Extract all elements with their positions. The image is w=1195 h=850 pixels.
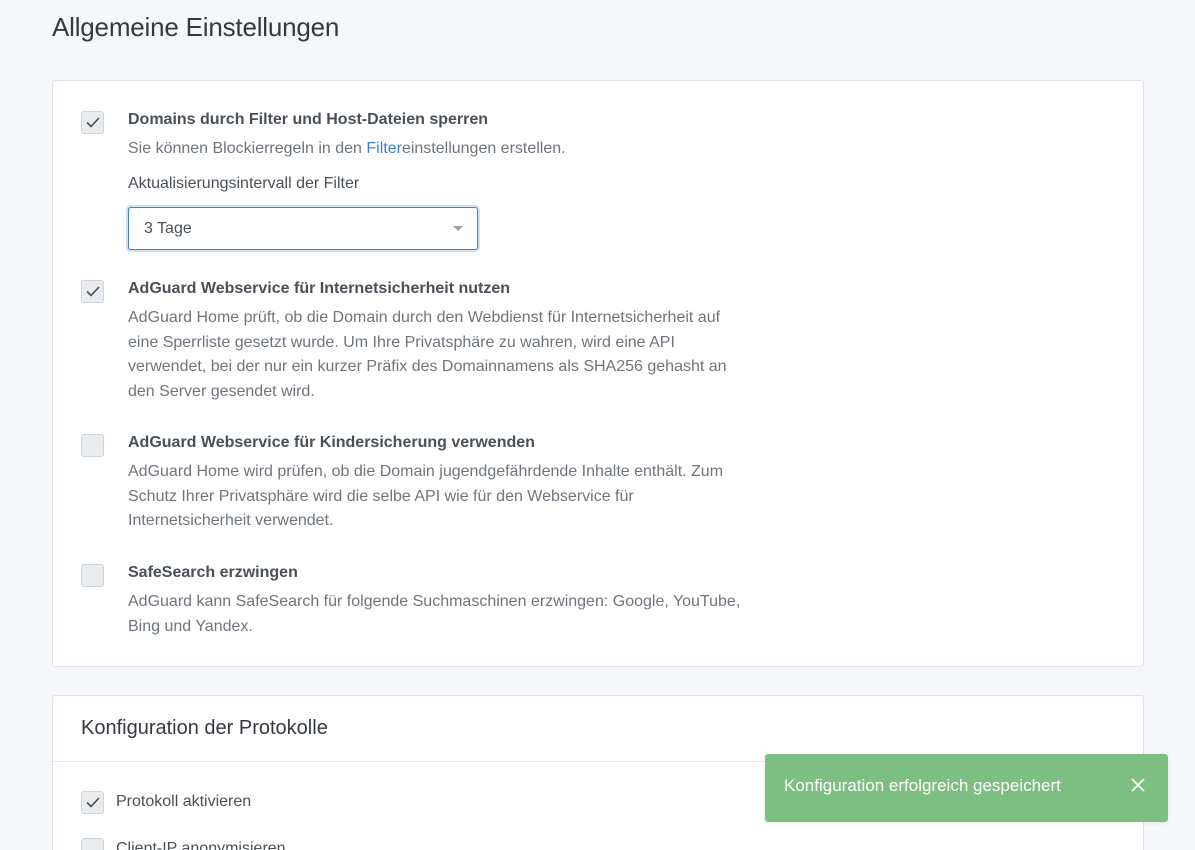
check-icon (85, 286, 100, 297)
parental-control-description: AdGuard Home wird prüfen, ob die Domain … (128, 463, 724, 529)
safebrowsing-option: AdGuard Webservice für Internetsicherhei… (81, 280, 761, 410)
safebrowsing-title: AdGuard Webservice für Internetsicherhei… (128, 280, 511, 297)
caret-down-icon (453, 226, 463, 231)
safesearch-title: SafeSearch erzwingen (128, 564, 298, 581)
parental-control-title: AdGuard Webservice für Kindersicherung v… (128, 434, 535, 451)
log-enable-option: Protokoll aktivieren (81, 791, 481, 814)
anonymize-ip-checkbox[interactable] (81, 838, 104, 850)
log-enable-checkbox[interactable] (81, 791, 104, 814)
settings-page: Allgemeine Einstellungen Domains durch F… (0, 0, 1195, 850)
log-enable-label: Protokoll aktivieren (116, 793, 252, 810)
update-interval-value: 3 Tage (144, 220, 192, 237)
filters-link[interactable]: Filter (366, 140, 402, 157)
safebrowsing-description: AdGuard Home prüft, ob die Domain durch … (128, 309, 727, 400)
anonymize-ip-option: Client-IP anonymisieren (81, 838, 481, 850)
parental-control-checkbox[interactable] (81, 434, 104, 457)
block-domains-desc-prefix: Sie können Blockierregeln in den (128, 140, 367, 157)
safesearch-description: AdGuard kann SafeSearch für folgende Suc… (128, 593, 741, 635)
close-icon[interactable] (1130, 777, 1146, 793)
update-interval-label: Aktualisierungsintervall der Filter (128, 175, 360, 192)
page-title: Allgemeine Einstellungen (52, 12, 340, 42)
block-domains-description: Sie können Blockierregeln in den Filtere… (128, 137, 748, 162)
check-icon (85, 117, 100, 128)
toast-message: Konfiguration erfolgreich gespeichert (784, 776, 1061, 795)
block-domains-checkbox[interactable] (81, 111, 104, 134)
check-icon (85, 797, 100, 808)
parental-control-option: AdGuard Webservice für Kindersicherung v… (81, 434, 761, 544)
log-config-header: Konfiguration der Protokolle (53, 696, 1143, 762)
general-settings-card: Domains durch Filter und Host-Dateien sp… (52, 80, 1144, 667)
block-domains-desc-suffix: einstellungen erstellen. (401, 140, 566, 157)
update-interval-select[interactable]: 3 Tage (128, 207, 478, 250)
anonymize-ip-label: Client-IP anonymisieren (116, 840, 286, 850)
safesearch-checkbox[interactable] (81, 564, 104, 587)
log-config-title: Konfiguration der Protokolle (81, 717, 328, 739)
success-toast: Konfiguration erfolgreich gespeichert (765, 754, 1168, 822)
safebrowsing-checkbox[interactable] (81, 280, 104, 303)
safesearch-option: SafeSearch erzwingen AdGuard kann SafeSe… (81, 564, 761, 644)
block-domains-title: Domains durch Filter und Host-Dateien sp… (128, 111, 489, 128)
